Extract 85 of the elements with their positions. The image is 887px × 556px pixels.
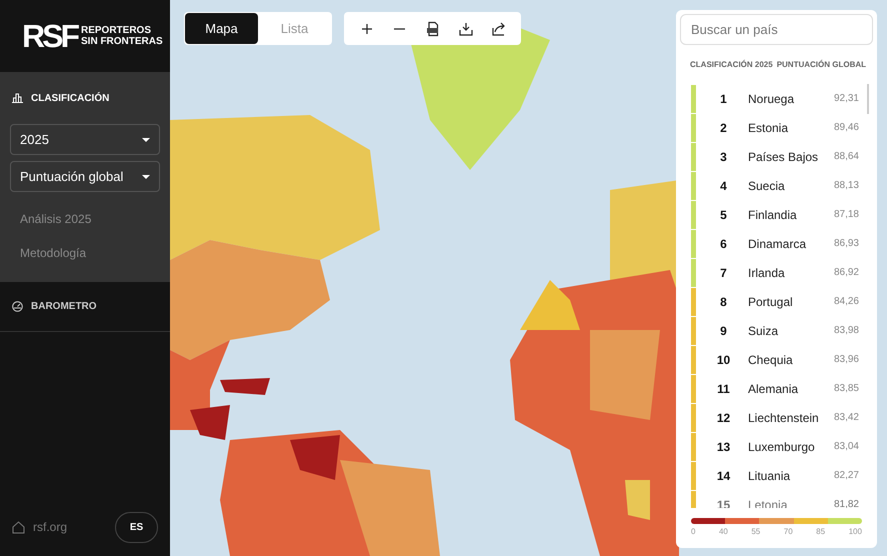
logo-line: REPORTEROS — [81, 25, 152, 36]
rank: 14 — [716, 468, 732, 484]
country-name: Portugal — [748, 294, 794, 310]
score: 83,96 — [834, 353, 859, 367]
sidebar-link[interactable]: Metodología — [10, 236, 160, 270]
score: 88,64 — [834, 150, 859, 164]
ranking-row[interactable]: 6 Dinamarca 86,93 — [691, 229, 863, 258]
score: 86,93 — [834, 237, 859, 251]
rank: 3 — [719, 148, 728, 166]
score: 89,46 — [834, 121, 859, 135]
scrollbar-thumb — [867, 84, 869, 114]
bar-chart-icon — [12, 93, 23, 103]
rank: 11 — [716, 380, 731, 398]
ranking-row[interactable]: 13 Luxemburgo 83,04 — [691, 432, 863, 461]
ranking-row[interactable]: 8 Portugal 84,26 — [691, 287, 863, 316]
column-header: CLASIFICACIÓN 2025 — [690, 59, 773, 71]
rank: 6 — [719, 236, 728, 252]
country-name: Luxemburgo — [748, 438, 816, 456]
ranking-row[interactable]: 9 Suiza 83,98 — [691, 316, 863, 345]
ranking-row[interactable]: 3 Países Bajos 88,64 — [691, 142, 863, 171]
score: 83,04 — [834, 440, 859, 454]
view-tab[interactable]: Mapa — [185, 13, 258, 44]
document-icon — [424, 20, 440, 36]
ranking-row[interactable]: 4 Suecia 88,13 — [691, 171, 863, 200]
language-button[interactable]: ES — [115, 512, 158, 542]
score: 83,85 — [834, 382, 859, 396]
country-name: Estonia — [748, 120, 790, 136]
country-name: Finlandia — [748, 206, 798, 224]
share-icon — [490, 20, 506, 36]
dropdown[interactable]: 2025 — [10, 124, 160, 155]
caret-icon — [142, 174, 150, 178]
ranking-row[interactable]: 12 Liechtenstein 83,42 — [691, 403, 863, 432]
download-icon — [458, 20, 474, 36]
section-header[interactable]: CLASIFICACIÓN — [0, 72, 170, 124]
country-name: Suecia — [748, 178, 786, 194]
logo-line: SIN FRONTERAS — [81, 36, 163, 47]
score: 87,18 — [834, 208, 859, 222]
scale-label: 55 — [751, 526, 760, 538]
score: 84,26 — [834, 295, 859, 309]
score: 83,98 — [834, 324, 859, 338]
ranking-row[interactable]: 14 Lituania 82,27 — [691, 461, 863, 490]
scale-label: 85 — [816, 526, 826, 538]
rank: 5 — [719, 206, 728, 224]
dropdown[interactable]: Puntuación global — [10, 161, 160, 192]
country-name: Lituania — [748, 468, 792, 484]
ranking-row[interactable]: 7 Irlanda 86,92 — [691, 258, 863, 287]
sidebar-link[interactable]: Análisis 2025 — [10, 202, 160, 236]
country-name: Países Bajos — [748, 148, 820, 166]
country-name: Liechtenstein — [748, 410, 820, 426]
ranking-row[interactable]: 1 Noruega 92,31 — [691, 84, 863, 113]
scale-label: 40 — [718, 526, 728, 538]
column-header: PUNTUACIÓN GLOBAL — [776, 59, 866, 71]
rank: 9 — [719, 322, 728, 340]
country-name: Dinamarca — [748, 236, 808, 252]
country-name: Irlanda — [748, 264, 786, 282]
score: 88,13 — [834, 179, 859, 193]
score: 83,42 — [834, 411, 859, 425]
country-name: Noruega — [748, 90, 796, 108]
score: 86,92 — [834, 266, 859, 280]
rank: 1 — [719, 90, 728, 108]
country-name: Chequia — [748, 352, 794, 368]
rank: 4 — [719, 178, 728, 194]
scale-label: 100 — [848, 526, 862, 538]
ranking-row[interactable]: 11 Alemania 83,85 — [691, 374, 863, 403]
search-field[interactable]: Buscar un país — [680, 14, 873, 45]
country-name: Suiza — [748, 322, 780, 340]
rank: 2 — [719, 120, 728, 136]
rank: 13 — [716, 438, 732, 456]
score: 92,31 — [834, 92, 859, 106]
ranking-row[interactable]: 10 Chequia 83,96 — [691, 345, 863, 374]
website-link[interactable]: rsf.org — [12, 518, 68, 536]
score: 82,27 — [834, 469, 859, 483]
home-icon — [12, 520, 25, 534]
ranking-row[interactable]: 2 Estonia 89,46 — [691, 113, 863, 142]
rank: 8 — [719, 294, 728, 310]
rank: 10 — [716, 352, 732, 368]
score: 81,82 — [834, 498, 859, 508]
rank: 12 — [716, 410, 732, 426]
rank: 7 — [719, 264, 728, 282]
scale-label: 0 — [691, 526, 696, 538]
caret-icon — [142, 138, 150, 142]
country-name: Alemania — [748, 380, 800, 398]
ranking-row[interactable]: 5 Finlandia 87,18 — [691, 200, 863, 229]
scale-label: 70 — [784, 526, 793, 538]
gauge-icon — [12, 301, 23, 312]
